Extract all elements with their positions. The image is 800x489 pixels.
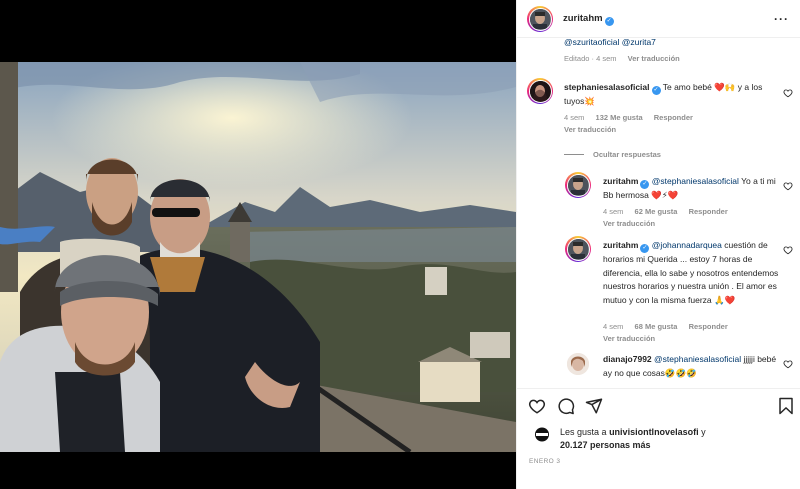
verified-badge-icon: ✓ — [604, 17, 614, 26]
bookmark-icon[interactable] — [778, 397, 794, 415]
reply-button[interactable]: Responder — [654, 113, 693, 122]
comment-icon[interactable] — [557, 397, 575, 415]
likes-count[interactable]: 20.127 personas más — [560, 439, 651, 452]
liker-avatar[interactable] — [529, 427, 555, 442]
comments-list: @szuritaoficial @zurita7 Editado · 4 sem… — [517, 38, 800, 388]
more-options-icon[interactable]: ··· — [774, 12, 789, 26]
comment-likes[interactable]: 132 Me gusta — [596, 113, 643, 122]
reply-mention[interactable]: @stephaniesalasoficial — [652, 176, 739, 186]
post-header: zuritahm ✓ ··· — [517, 0, 800, 38]
share-icon[interactable] — [585, 397, 603, 415]
likes-user[interactable]: univisiontlnovelasofi — [609, 427, 699, 437]
caption-translate[interactable]: Ver traducción — [628, 54, 680, 63]
comment-meta: 4 sem 132 Me gusta Responder — [564, 113, 702, 122]
reply-meta: 4 sem 62 Me gusta Responder — [603, 207, 737, 216]
reply-text-block: zuritahm ✓ @stephaniesalasoficial Yo a ti… — [603, 175, 783, 203]
reply-avatar-image — [567, 174, 588, 195]
comment-avatar-image — [529, 80, 550, 101]
author-avatar-image — [529, 8, 550, 29]
reply-button[interactable]: Responder — [689, 322, 728, 331]
likes-summary: Les gusta a univisiontlnovelasofi y — [560, 426, 798, 439]
comment-like-heart-icon[interactable] — [783, 88, 793, 98]
reply-avatar[interactable] — [565, 172, 591, 198]
verified-badge-icon: ✓ — [640, 244, 650, 253]
reply-meta: 4 sem 68 Me gusta Responder — [603, 322, 737, 331]
reply-mention[interactable]: @johannadarquea — [652, 240, 722, 250]
reply-avatar[interactable] — [567, 353, 589, 375]
reply-button[interactable]: Responder — [689, 207, 728, 216]
reply-age: 4 sem — [603, 322, 624, 331]
reply-avatar-image — [567, 238, 588, 259]
verified-badge-icon: ✓ — [651, 86, 661, 95]
comment-age: 4 sem — [564, 113, 585, 122]
hide-replies-label: Ocultar respuestas — [593, 150, 661, 159]
caption-edited: Editado · 4 sem — [564, 54, 617, 63]
heart-icon[interactable] — [528, 397, 546, 415]
verified-badge-icon: ✓ — [640, 180, 650, 189]
hide-replies-button[interactable]: Ocultar respuestas — [564, 150, 661, 159]
divider-line — [564, 154, 584, 155]
reply-likes[interactable]: 62 Me gusta — [635, 207, 678, 216]
reply-username[interactable]: zuritahm — [603, 176, 638, 186]
post-date[interactable]: ENERO 3 — [529, 458, 560, 465]
likes-prefix: Les gusta a — [560, 427, 607, 437]
reply-like-heart-icon[interactable] — [783, 245, 793, 255]
reply-like-heart-icon[interactable] — [783, 359, 793, 369]
author-username[interactable]: zuritahm — [563, 13, 603, 24]
author-avatar[interactable] — [527, 6, 553, 32]
reply-mention[interactable]: @stephaniesalasoficial — [654, 354, 741, 364]
liker-avatar-image — [535, 427, 549, 442]
post-photo[interactable] — [0, 62, 516, 452]
reply-text-block: zuritahm ✓ @johannadarquea cuestión de ho… — [603, 239, 783, 307]
selfie-photo — [0, 62, 516, 452]
post-media-pane — [0, 0, 516, 489]
post-sidebar: zuritahm ✓ ··· @szuritaoficial @zurita7 E… — [516, 0, 800, 489]
reply-age: 4 sem — [603, 207, 624, 216]
reply-username[interactable]: dianajo7992 — [603, 354, 652, 364]
comment-username[interactable]: stephaniesalasoficial — [564, 82, 650, 92]
reply-avatar-image — [567, 353, 589, 375]
likes-suffix: y — [701, 427, 706, 437]
caption-mentions[interactable]: @szuritaoficial @zurita7 — [564, 38, 656, 47]
translate-button[interactable]: Ver traducción — [603, 334, 655, 343]
reply-likes[interactable]: 68 Me gusta — [635, 322, 678, 331]
reply-text-block: dianajo7992 @stephaniesalasoficial jjjjj… — [603, 353, 783, 380]
reply-like-heart-icon[interactable] — [783, 181, 793, 191]
reply-username[interactable]: zuritahm — [603, 240, 638, 250]
translate-button[interactable]: Ver traducción — [603, 219, 655, 228]
reply-avatar[interactable] — [565, 236, 591, 262]
comment-avatar[interactable] — [527, 78, 553, 104]
comment-text-block: stephaniesalasoficial ✓ Te amo bebé ❤️🙌 y… — [564, 81, 782, 109]
translate-button[interactable]: Ver traducción — [564, 125, 616, 134]
